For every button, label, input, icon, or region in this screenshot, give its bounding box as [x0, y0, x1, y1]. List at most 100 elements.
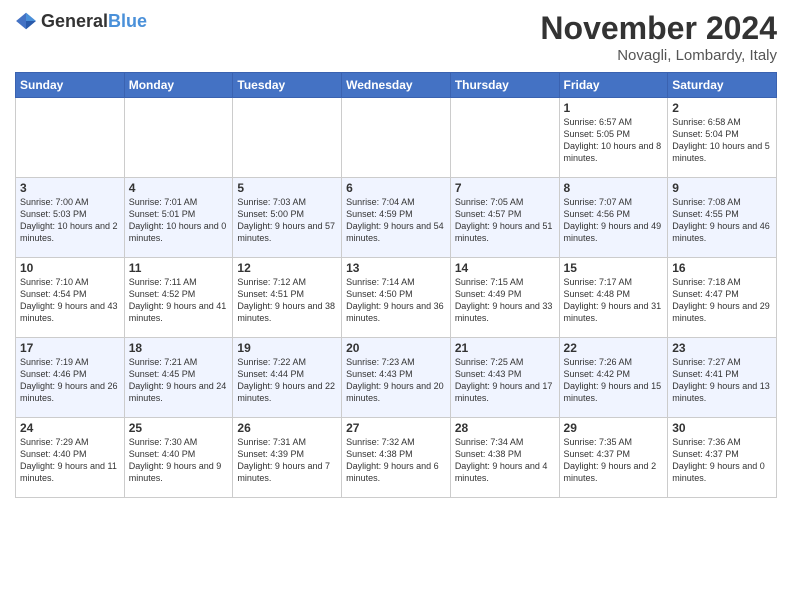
day-number: 23: [672, 341, 772, 355]
weekday-header-friday: Friday: [559, 73, 668, 98]
calendar-cell: 5Sunrise: 7:03 AM Sunset: 5:00 PM Daylig…: [233, 178, 342, 258]
day-info: Sunrise: 7:29 AM Sunset: 4:40 PM Dayligh…: [20, 436, 120, 485]
calendar-cell: [450, 98, 559, 178]
day-number: 4: [129, 181, 229, 195]
calendar-week-2: 3Sunrise: 7:00 AM Sunset: 5:03 PM Daylig…: [16, 178, 777, 258]
calendar-cell: 28Sunrise: 7:34 AM Sunset: 4:38 PM Dayli…: [450, 418, 559, 498]
day-number: 9: [672, 181, 772, 195]
calendar-cell: 14Sunrise: 7:15 AM Sunset: 4:49 PM Dayli…: [450, 258, 559, 338]
header: GeneralBlue November 2024 Novagli, Lomba…: [15, 10, 777, 64]
calendar-cell: [16, 98, 125, 178]
calendar-cell: 24Sunrise: 7:29 AM Sunset: 4:40 PM Dayli…: [16, 418, 125, 498]
day-info: Sunrise: 7:04 AM Sunset: 4:59 PM Dayligh…: [346, 196, 446, 245]
day-number: 3: [20, 181, 120, 195]
calendar-cell: 23Sunrise: 7:27 AM Sunset: 4:41 PM Dayli…: [668, 338, 777, 418]
weekday-header-tuesday: Tuesday: [233, 73, 342, 98]
calendar-cell: 15Sunrise: 7:17 AM Sunset: 4:48 PM Dayli…: [559, 258, 668, 338]
logo-icon: [15, 10, 37, 32]
day-info: Sunrise: 7:10 AM Sunset: 4:54 PM Dayligh…: [20, 276, 120, 325]
calendar-cell: 8Sunrise: 7:07 AM Sunset: 4:56 PM Daylig…: [559, 178, 668, 258]
calendar-table: SundayMondayTuesdayWednesdayThursdayFrid…: [15, 72, 777, 498]
day-number: 1: [564, 101, 664, 115]
location: Novagli, Lombardy, Italy: [540, 47, 777, 64]
calendar-cell: 27Sunrise: 7:32 AM Sunset: 4:38 PM Dayli…: [342, 418, 451, 498]
day-info: Sunrise: 7:15 AM Sunset: 4:49 PM Dayligh…: [455, 276, 555, 325]
day-info: Sunrise: 7:03 AM Sunset: 5:00 PM Dayligh…: [237, 196, 337, 245]
calendar-cell: 18Sunrise: 7:21 AM Sunset: 4:45 PM Dayli…: [124, 338, 233, 418]
day-info: Sunrise: 7:22 AM Sunset: 4:44 PM Dayligh…: [237, 356, 337, 405]
calendar-cell: 6Sunrise: 7:04 AM Sunset: 4:59 PM Daylig…: [342, 178, 451, 258]
day-info: Sunrise: 7:12 AM Sunset: 4:51 PM Dayligh…: [237, 276, 337, 325]
day-info: Sunrise: 7:21 AM Sunset: 4:45 PM Dayligh…: [129, 356, 229, 405]
calendar-cell: 3Sunrise: 7:00 AM Sunset: 5:03 PM Daylig…: [16, 178, 125, 258]
weekday-header-row: SundayMondayTuesdayWednesdayThursdayFrid…: [16, 73, 777, 98]
day-info: Sunrise: 7:34 AM Sunset: 4:38 PM Dayligh…: [455, 436, 555, 485]
day-info: Sunrise: 7:35 AM Sunset: 4:37 PM Dayligh…: [564, 436, 664, 485]
day-info: Sunrise: 7:26 AM Sunset: 4:42 PM Dayligh…: [564, 356, 664, 405]
day-number: 16: [672, 261, 772, 275]
day-number: 7: [455, 181, 555, 195]
calendar-cell: [342, 98, 451, 178]
calendar-cell: 10Sunrise: 7:10 AM Sunset: 4:54 PM Dayli…: [16, 258, 125, 338]
day-number: 26: [237, 421, 337, 435]
calendar-cell: 7Sunrise: 7:05 AM Sunset: 4:57 PM Daylig…: [450, 178, 559, 258]
day-info: Sunrise: 7:14 AM Sunset: 4:50 PM Dayligh…: [346, 276, 446, 325]
day-number: 29: [564, 421, 664, 435]
day-info: Sunrise: 7:25 AM Sunset: 4:43 PM Dayligh…: [455, 356, 555, 405]
day-info: Sunrise: 7:17 AM Sunset: 4:48 PM Dayligh…: [564, 276, 664, 325]
day-number: 30: [672, 421, 772, 435]
day-info: Sunrise: 7:05 AM Sunset: 4:57 PM Dayligh…: [455, 196, 555, 245]
day-info: Sunrise: 7:01 AM Sunset: 5:01 PM Dayligh…: [129, 196, 229, 245]
day-number: 19: [237, 341, 337, 355]
logo: GeneralBlue: [15, 10, 147, 32]
calendar-cell: 13Sunrise: 7:14 AM Sunset: 4:50 PM Dayli…: [342, 258, 451, 338]
day-number: 17: [20, 341, 120, 355]
day-info: Sunrise: 7:27 AM Sunset: 4:41 PM Dayligh…: [672, 356, 772, 405]
day-number: 28: [455, 421, 555, 435]
day-number: 25: [129, 421, 229, 435]
day-number: 15: [564, 261, 664, 275]
day-number: 13: [346, 261, 446, 275]
day-number: 12: [237, 261, 337, 275]
day-info: Sunrise: 7:19 AM Sunset: 4:46 PM Dayligh…: [20, 356, 120, 405]
day-number: 21: [455, 341, 555, 355]
calendar-week-4: 17Sunrise: 7:19 AM Sunset: 4:46 PM Dayli…: [16, 338, 777, 418]
page-container: GeneralBlue November 2024 Novagli, Lomba…: [0, 0, 792, 508]
calendar-cell: 16Sunrise: 7:18 AM Sunset: 4:47 PM Dayli…: [668, 258, 777, 338]
day-number: 2: [672, 101, 772, 115]
day-number: 20: [346, 341, 446, 355]
day-info: Sunrise: 7:18 AM Sunset: 4:47 PM Dayligh…: [672, 276, 772, 325]
day-number: 8: [564, 181, 664, 195]
calendar-week-1: 1Sunrise: 6:57 AM Sunset: 5:05 PM Daylig…: [16, 98, 777, 178]
day-info: Sunrise: 6:57 AM Sunset: 5:05 PM Dayligh…: [564, 116, 664, 165]
day-number: 5: [237, 181, 337, 195]
weekday-header-monday: Monday: [124, 73, 233, 98]
day-number: 24: [20, 421, 120, 435]
day-info: Sunrise: 7:00 AM Sunset: 5:03 PM Dayligh…: [20, 196, 120, 245]
calendar-cell: 26Sunrise: 7:31 AM Sunset: 4:39 PM Dayli…: [233, 418, 342, 498]
day-info: Sunrise: 6:58 AM Sunset: 5:04 PM Dayligh…: [672, 116, 772, 165]
calendar-cell: 4Sunrise: 7:01 AM Sunset: 5:01 PM Daylig…: [124, 178, 233, 258]
calendar-week-3: 10Sunrise: 7:10 AM Sunset: 4:54 PM Dayli…: [16, 258, 777, 338]
calendar-cell: 11Sunrise: 7:11 AM Sunset: 4:52 PM Dayli…: [124, 258, 233, 338]
day-info: Sunrise: 7:31 AM Sunset: 4:39 PM Dayligh…: [237, 436, 337, 485]
day-number: 18: [129, 341, 229, 355]
calendar-cell: 12Sunrise: 7:12 AM Sunset: 4:51 PM Dayli…: [233, 258, 342, 338]
calendar-cell: 30Sunrise: 7:36 AM Sunset: 4:37 PM Dayli…: [668, 418, 777, 498]
calendar-cell: [124, 98, 233, 178]
day-number: 11: [129, 261, 229, 275]
day-number: 22: [564, 341, 664, 355]
day-number: 6: [346, 181, 446, 195]
month-title: November 2024: [540, 10, 777, 47]
title-block: November 2024 Novagli, Lombardy, Italy: [540, 10, 777, 64]
weekday-header-thursday: Thursday: [450, 73, 559, 98]
weekday-header-saturday: Saturday: [668, 73, 777, 98]
day-info: Sunrise: 7:11 AM Sunset: 4:52 PM Dayligh…: [129, 276, 229, 325]
calendar-cell: 21Sunrise: 7:25 AM Sunset: 4:43 PM Dayli…: [450, 338, 559, 418]
calendar-cell: 1Sunrise: 6:57 AM Sunset: 5:05 PM Daylig…: [559, 98, 668, 178]
calendar-week-5: 24Sunrise: 7:29 AM Sunset: 4:40 PM Dayli…: [16, 418, 777, 498]
calendar-cell: 20Sunrise: 7:23 AM Sunset: 4:43 PM Dayli…: [342, 338, 451, 418]
day-info: Sunrise: 7:36 AM Sunset: 4:37 PM Dayligh…: [672, 436, 772, 485]
calendar-cell: 29Sunrise: 7:35 AM Sunset: 4:37 PM Dayli…: [559, 418, 668, 498]
weekday-header-sunday: Sunday: [16, 73, 125, 98]
